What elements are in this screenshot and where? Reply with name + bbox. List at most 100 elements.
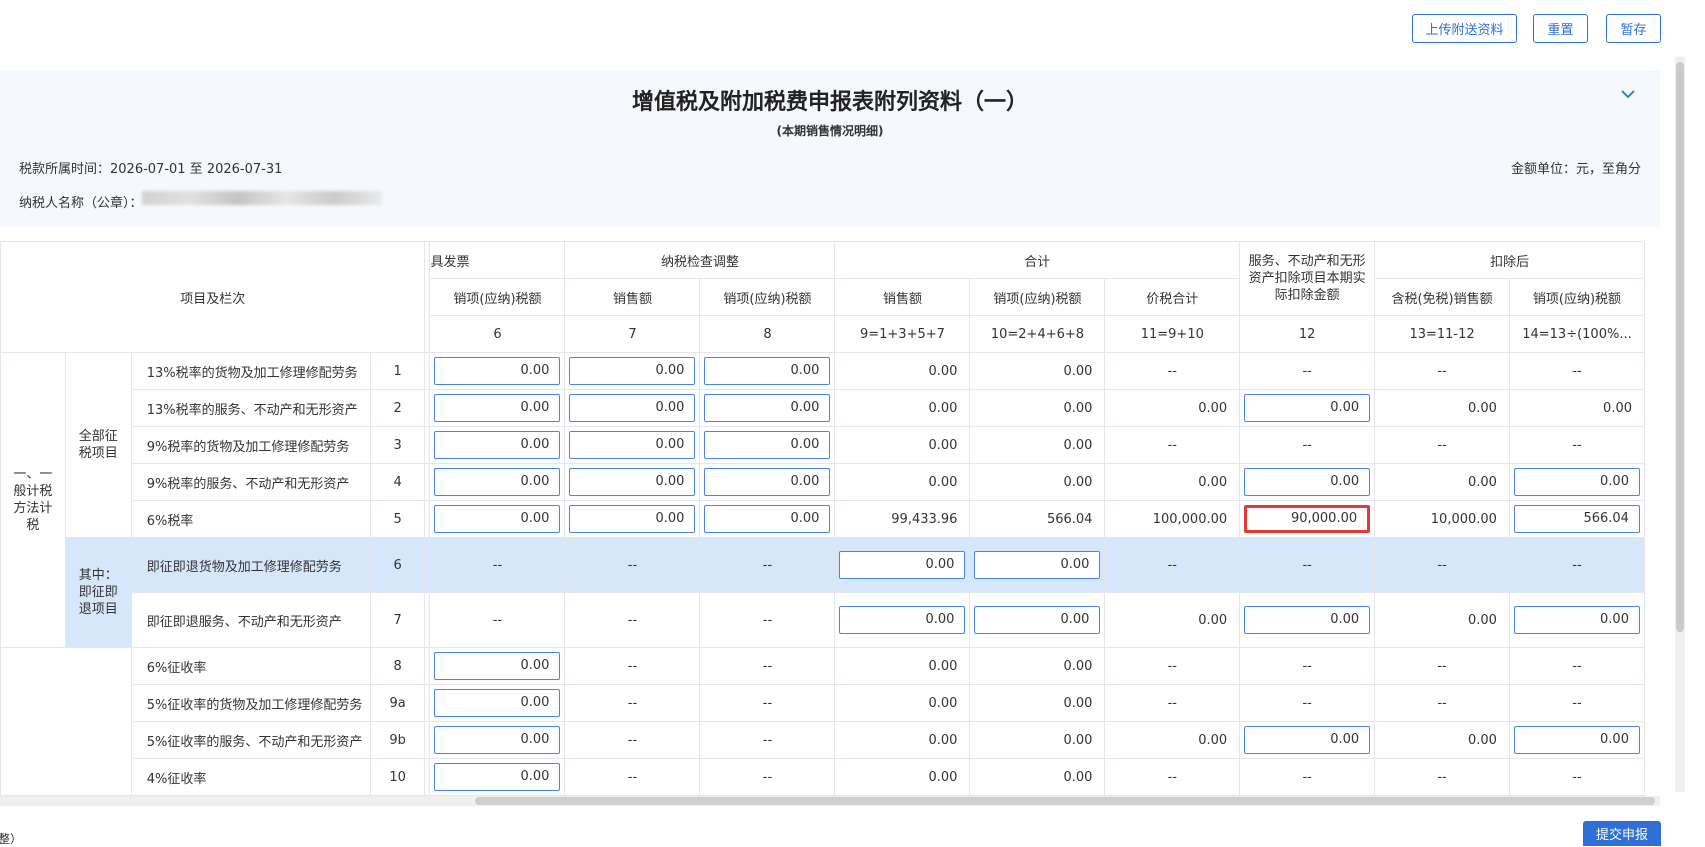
amount-cell-c11: 0.00 [1104, 463, 1241, 501]
amount-input-c12[interactable]: 0.00 [1244, 726, 1371, 754]
group-all-taxable: 全部征税项目 [64, 352, 132, 538]
upload-attachment-button[interactable]: 上传附送资料 [1412, 14, 1517, 43]
amount-cell-c11: 0.00 [1104, 721, 1241, 759]
amount-cell-c11: -- [1104, 352, 1241, 390]
amount-cell-c13: -- [1374, 758, 1510, 796]
amount-input-c7[interactable]: 0.00 [569, 468, 696, 496]
page-subtitle: (本期销售情况明细) [776, 124, 884, 138]
row-label: 5%征收率的服务、不动产和无形资产 [130, 721, 371, 759]
group-header-deduction: 服务、不动产和无形资产扣除项目本期实际扣除金额 [1239, 241, 1376, 316]
amount-cell-c7: -- [564, 537, 701, 593]
amount-input-c6[interactable]: 0.00 [434, 357, 561, 385]
amount-input-c7[interactable]: 0.00 [569, 394, 696, 422]
table-row: 9%税率的货物及加工修理修配劳务 3 0.00 0.00 0.00 0.00 0.00 -- -… [1, 426, 1645, 464]
table-row: 6%税率 5 0.00 0.00 0.00 99,433.96 566.04 100,000.… [1, 500, 1645, 538]
save-draft-button[interactable]: 暂存 [1606, 14, 1661, 43]
amount-cell-c7: -- [564, 721, 701, 759]
table-row: 13%税率的服务、不动产和无形资产 2 0.00 0.00 0.00 0.00 0.00 0.… [1, 389, 1645, 427]
amount-cell-c8: -- [699, 592, 836, 648]
amount-input-c6[interactable]: 0.00 [434, 505, 561, 533]
amount-cell-c9: 0.00 [834, 647, 971, 685]
amount-cell-c12: -- [1239, 758, 1376, 796]
amount-cell-c8: -- [699, 758, 836, 796]
amount-cell-c7: -- [564, 758, 701, 796]
reset-button[interactable]: 重置 [1533, 14, 1588, 43]
submit-declaration-button[interactable]: 提交申报 [1583, 821, 1661, 846]
amount-input-c7[interactable]: 0.00 [569, 431, 696, 459]
amount-input-c8[interactable]: 0.00 [704, 468, 831, 496]
amount-input-c14[interactable]: 566.04 [1513, 505, 1640, 533]
amount-cell-c9: 0.00 [834, 758, 971, 796]
row-label: 13%税率的货物及加工修理修配劳务 [130, 352, 371, 390]
amount-cell-c14: -- [1508, 758, 1645, 796]
amount-cell-c12: -- [1239, 647, 1376, 685]
amount-cell-c9: 0.00 [834, 352, 971, 390]
amount-input-c6[interactable]: 0.00 [434, 689, 561, 717]
amount-input-c12[interactable]: 90,000.00 [1244, 505, 1371, 533]
amount-input-c6[interactable]: 0.00 [434, 431, 561, 459]
amount-cell-c8: -- [699, 684, 836, 722]
vertical-scrollbar-thumb[interactable] [1676, 62, 1684, 632]
amount-input-c6[interactable]: 0.00 [434, 394, 561, 422]
amount-cell-c12: -- [1239, 426, 1376, 464]
row-label: 4%征收率 [130, 758, 371, 796]
row-number: 1 [369, 352, 426, 390]
amount-cell-c7: -- [564, 684, 701, 722]
col-number-10: 10=2+4+6+8 [969, 315, 1106, 353]
amount-input-c7[interactable]: 0.00 [569, 357, 696, 385]
amount-input-c6[interactable]: 0.00 [434, 726, 561, 754]
amount-input-c12[interactable]: 0.00 [1244, 394, 1371, 422]
amount-cell-c10: 0.00 [969, 426, 1106, 464]
amount-cell-c10: 0.00 [969, 463, 1106, 501]
row-number: 3 [369, 426, 426, 464]
amount-input-c12[interactable]: 0.00 [1244, 468, 1371, 496]
amount-input-c8[interactable]: 0.00 [704, 357, 831, 385]
group-header-inspection: 纳税检查调整 [564, 241, 836, 279]
row-label: 9%税率的服务、不动产和无形资产 [130, 463, 371, 501]
amount-input-c14[interactable]: 0.00 [1513, 726, 1640, 754]
amount-cell-c10: 0.00 [969, 647, 1106, 685]
amount-input-c14[interactable]: 0.00 [1513, 468, 1640, 496]
amount-cell-c13: 0.00 [1374, 721, 1510, 759]
amount-cell-c14: 0.00 [1508, 389, 1645, 427]
amount-input-c8[interactable]: 0.00 [704, 431, 831, 459]
subheader-col13: 含税(免税)销售额 [1374, 278, 1510, 316]
amount-input-c8[interactable]: 0.00 [704, 394, 831, 422]
amount-cell-c13: 0.00 [1374, 389, 1510, 427]
amount-input-c7[interactable]: 0.00 [569, 505, 696, 533]
amount-cell-c6: -- [429, 537, 566, 593]
row-number: 9a [369, 684, 426, 722]
section-general-tax: 一、一般计税方法计税 [0, 352, 66, 648]
amount-input-c6[interactable]: 0.00 [434, 763, 561, 791]
table-row: 6%征收率 8 0.00 -- -- 0.00 0.00 -- -- -- -- [0, 647, 1645, 796]
amount-input-c8[interactable]: 0.00 [704, 505, 831, 533]
amount-input-c6[interactable]: 0.00 [434, 468, 561, 496]
page-title: 增值税及附加税费申报表附列资料（一） [631, 90, 1028, 115]
section-simple-tax [0, 647, 132, 796]
amount-cell-c9: 0.00 [834, 721, 971, 759]
sales-detail-table-wrapper[interactable]: 项目及栏次 具发票 纳税检查调整 合计 服务、不动产和无形资产扣除项目本期实际扣… [0, 241, 1645, 796]
amount-cell-c10: 0.00 [969, 721, 1106, 759]
col-number-8: 8 [699, 315, 836, 353]
col-number-9: 9=1+3+5+7 [834, 315, 971, 353]
amount-unit: 金额单位：元，至角分 [1511, 162, 1642, 177]
amount-cell-c9: 0.00 [834, 684, 971, 722]
row-label: 6%征收率 [130, 647, 371, 685]
horizontal-scrollbar-thumb[interactable] [475, 797, 1655, 805]
amount-cell-c11: -- [1104, 647, 1241, 685]
amount-input-c12[interactable]: 0.00 [1244, 606, 1371, 634]
chevron-down-icon[interactable] [1620, 84, 1636, 105]
amount-cell-c14: -- [1508, 352, 1645, 390]
sales-detail-table: 项目及栏次 具发票 纳税检查调整 合计 服务、不动产和无形资产扣除项目本期实际扣… [0, 241, 1645, 796]
amount-cell-c11: -- [1104, 684, 1241, 722]
amount-input-c10[interactable]: 0.00 [974, 606, 1101, 634]
amount-cell-c14: -- [1508, 647, 1645, 685]
table-row: 5%征收率的货物及加工修理修配劳务 9a 0.00 -- -- 0.00 0.00 -- -- -… [1, 684, 1645, 722]
amount-input-c6[interactable]: 0.00 [434, 652, 561, 680]
subheader-col11: 价税合计 [1104, 278, 1241, 316]
amount-input-c9[interactable]: 0.00 [839, 551, 966, 579]
amount-input-c14[interactable]: 0.00 [1513, 606, 1640, 634]
amount-input-c9[interactable]: 0.00 [839, 606, 966, 634]
amount-cell-c11: -- [1104, 537, 1241, 593]
amount-input-c10[interactable]: 0.00 [974, 551, 1101, 579]
